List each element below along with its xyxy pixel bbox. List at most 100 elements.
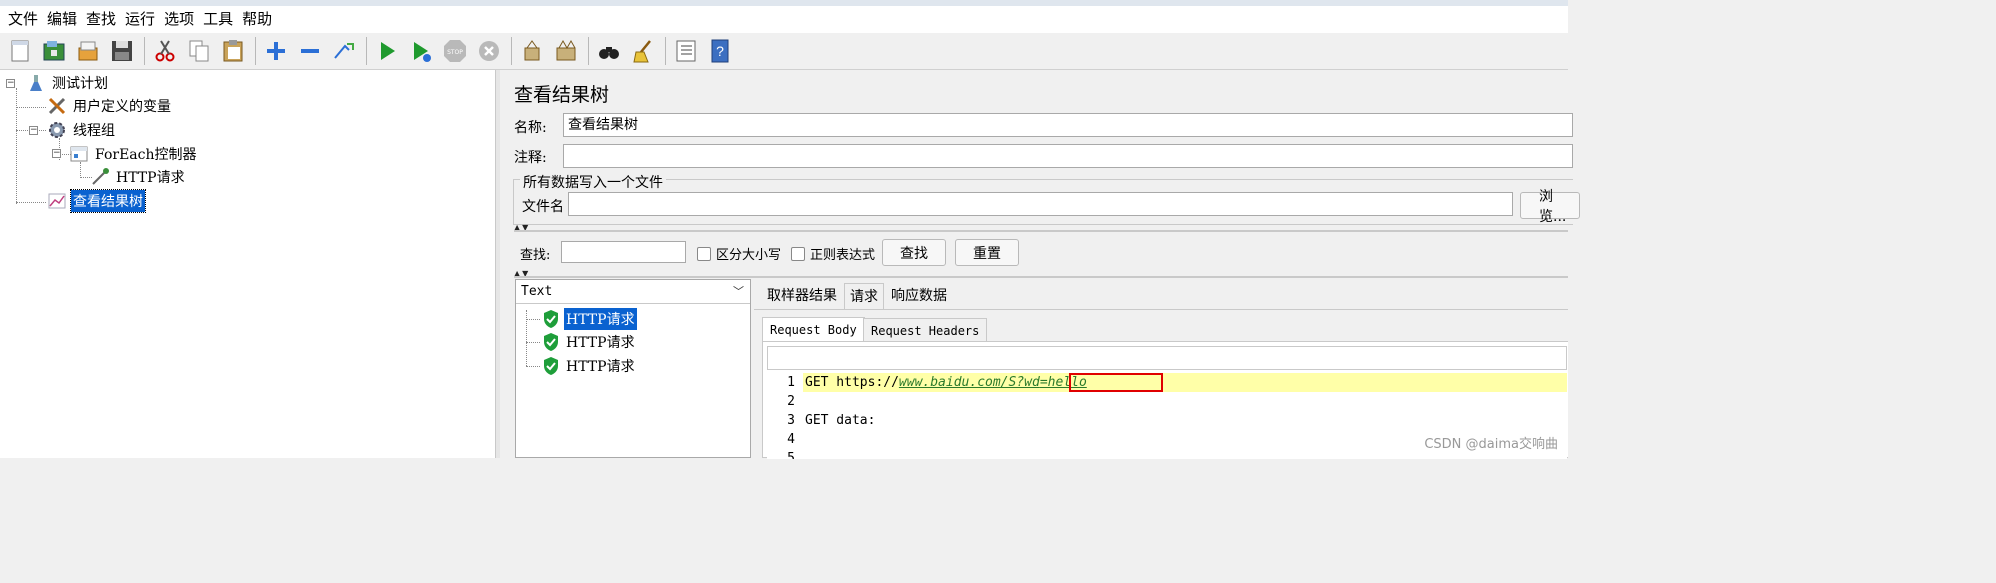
write-to-file-legend: 所有数据写入一个文件 bbox=[520, 172, 666, 192]
tree-item-foreach-controller[interactable]: ForEach控制器 bbox=[69, 143, 199, 165]
tab-request[interactable]: 请求 bbox=[844, 283, 884, 309]
menu-edit[interactable]: 编辑 bbox=[45, 6, 84, 33]
result-item-label: HTTP请求 bbox=[566, 335, 635, 351]
toolbar-separator bbox=[255, 37, 256, 65]
menu-run[interactable]: 运行 bbox=[123, 6, 162, 33]
tab-strip-divider bbox=[754, 309, 1568, 310]
result-item[interactable]: HTTP请求 bbox=[542, 331, 637, 353]
reset-search-broom-icon[interactable] bbox=[627, 35, 659, 67]
subtab-request-headers[interactable]: Request Headers bbox=[863, 318, 988, 342]
tree-item-http-request[interactable]: HTTP请求 bbox=[90, 166, 187, 188]
collapse-icon[interactable] bbox=[294, 35, 326, 67]
name-label: 名称: bbox=[514, 120, 547, 136]
templates-icon[interactable] bbox=[38, 35, 70, 67]
collapse-toggle[interactable]: − bbox=[52, 149, 61, 158]
reset-button[interactable]: 重置 bbox=[955, 239, 1019, 266]
annotation-highlight-box bbox=[1069, 373, 1163, 392]
code-url-link[interactable]: www.baidu.com/S?wd bbox=[899, 375, 1040, 390]
copy-icon[interactable] bbox=[183, 35, 215, 67]
result-detail-panel: 取样器结果 请求 响应数据 Request Body Request Heade… bbox=[754, 279, 1568, 459]
renderer-select-value: Text bbox=[521, 284, 553, 299]
open-icon[interactable] bbox=[72, 35, 104, 67]
name-field[interactable]: 查看结果树 bbox=[563, 113, 1573, 137]
tree-item-label: ForEach控制器 bbox=[95, 147, 197, 163]
case-sensitive-label: 区分大小写 bbox=[716, 248, 782, 263]
menu-tools[interactable]: 工具 bbox=[201, 6, 240, 33]
toolbar-separator bbox=[588, 37, 589, 65]
tree-connector bbox=[16, 107, 46, 108]
graph-icon bbox=[47, 191, 67, 211]
expand-icon[interactable] bbox=[260, 35, 292, 67]
test-plan-tree: − − − 测试计划 用户定义的变量 线程组 ForEach控制器 HTTP请求… bbox=[0, 70, 496, 458]
tree-item-test-plan[interactable]: 测试计划 bbox=[26, 72, 110, 94]
save-icon[interactable] bbox=[106, 35, 138, 67]
function-helper-icon[interactable] bbox=[670, 35, 702, 67]
new-icon[interactable] bbox=[4, 35, 36, 67]
tree-item-thread-group[interactable]: 线程组 bbox=[47, 119, 117, 141]
tree-connector bbox=[16, 202, 46, 203]
tree-connector bbox=[16, 88, 17, 204]
cut-icon[interactable] bbox=[149, 35, 181, 67]
menu-help[interactable]: 帮助 bbox=[240, 6, 279, 33]
pipette-icon bbox=[90, 167, 110, 187]
tree-item-user-variables[interactable]: 用户定义的变量 bbox=[47, 95, 173, 117]
tools-icon bbox=[47, 96, 67, 116]
case-sensitive-checkbox[interactable]: 区分大小写 bbox=[697, 244, 781, 263]
paste-icon[interactable] bbox=[217, 35, 249, 67]
checkbox-box[interactable] bbox=[791, 246, 805, 261]
toolbar-separator bbox=[665, 37, 666, 65]
toolbar: STOP ? bbox=[0, 33, 1568, 70]
collapse-toggle[interactable]: − bbox=[6, 79, 15, 88]
comment-label: 注释: bbox=[514, 150, 547, 166]
renderer-select[interactable]: Text ﹀ bbox=[516, 280, 750, 304]
menu-options[interactable]: 选项 bbox=[162, 6, 201, 33]
subtab-request-body[interactable]: Request Body bbox=[762, 317, 865, 341]
clear-icon[interactable] bbox=[516, 35, 548, 67]
menu-search[interactable]: 查找 bbox=[84, 6, 123, 33]
result-item[interactable]: HTTP请求 bbox=[542, 308, 637, 330]
toolbar-separator bbox=[366, 37, 367, 65]
success-shield-icon bbox=[544, 310, 558, 328]
svg-text:?: ? bbox=[716, 43, 724, 59]
start-icon[interactable] bbox=[371, 35, 403, 67]
tree-connector bbox=[526, 366, 540, 367]
result-item-label: HTTP请求 bbox=[566, 359, 635, 375]
result-item-label: HTTP请求 bbox=[564, 308, 637, 330]
tree-item-label: HTTP请求 bbox=[116, 170, 185, 186]
toolbar-separator bbox=[511, 37, 512, 65]
clear-all-icon[interactable] bbox=[550, 35, 582, 67]
start-no-pause-icon[interactable] bbox=[405, 35, 437, 67]
collapse-toggle[interactable]: − bbox=[29, 126, 38, 135]
search-binoculars-icon[interactable] bbox=[593, 35, 625, 67]
regex-label: 正则表达式 bbox=[810, 248, 876, 263]
section-divider bbox=[514, 230, 1568, 232]
comment-field[interactable] bbox=[563, 144, 1573, 168]
help-icon[interactable]: ? bbox=[704, 35, 736, 67]
tree-connector bbox=[526, 342, 540, 343]
line-number: 1 bbox=[787, 375, 795, 390]
svg-text:STOP: STOP bbox=[447, 49, 463, 56]
editor-search-bar[interactable] bbox=[767, 346, 1567, 370]
view-results-tree-panel: 查看结果树 名称: 查看结果树 注释: 所有数据写入一个文件 文件名 浏览...… bbox=[500, 70, 1580, 459]
watermark: CSDN @daima交响曲 bbox=[1424, 437, 1558, 452]
result-item[interactable]: HTTP请求 bbox=[542, 355, 637, 377]
code-line: GET data: bbox=[805, 413, 876, 428]
filename-field[interactable] bbox=[568, 192, 1513, 216]
checkbox-box[interactable] bbox=[697, 246, 711, 261]
search-label: 查找: bbox=[520, 248, 551, 263]
tab-response-data[interactable]: 响应数据 bbox=[886, 283, 952, 309]
results-list-panel: Text ﹀ HTTP请求 HTTP请求 HTTP请求 bbox=[515, 279, 751, 458]
toggle-icon[interactable] bbox=[328, 35, 360, 67]
tree-item-label: 用户定义的变量 bbox=[73, 99, 171, 115]
regex-checkbox[interactable]: 正则表达式 bbox=[791, 244, 875, 263]
search-input[interactable] bbox=[561, 241, 686, 263]
browse-button[interactable]: 浏览... bbox=[1520, 189, 1580, 225]
tree-item-view-results-tree[interactable]: 查看结果树 bbox=[47, 189, 146, 213]
code-line: GET https://www.baidu.com/S?wd=hello bbox=[805, 373, 1087, 392]
line-number: 5 bbox=[787, 451, 795, 459]
tab-sampler-result[interactable]: 取样器结果 bbox=[762, 283, 842, 309]
stop-icon[interactable]: STOP bbox=[439, 35, 471, 67]
shutdown-icon[interactable] bbox=[473, 35, 505, 67]
menu-file[interactable]: 文件 bbox=[6, 6, 45, 33]
find-button[interactable]: 查找 bbox=[882, 239, 946, 266]
